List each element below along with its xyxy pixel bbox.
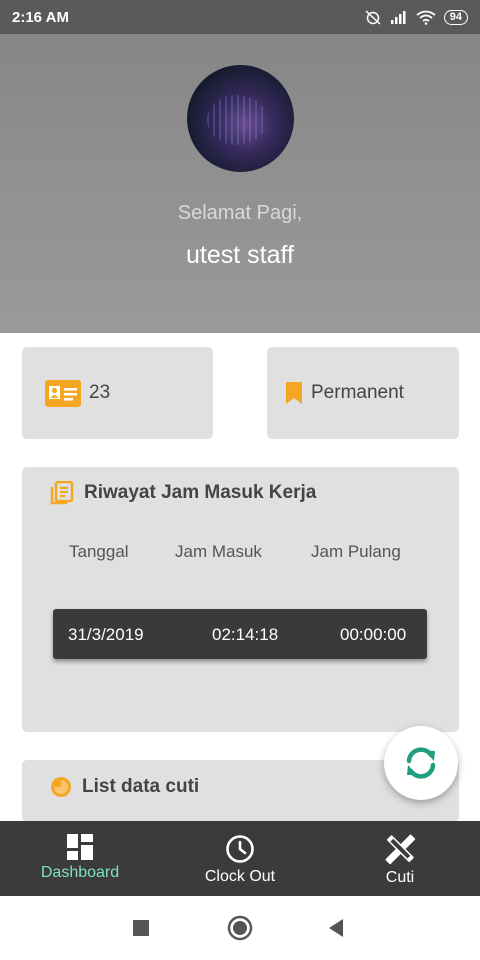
- edit-tools-icon: [385, 834, 416, 865]
- signal-icon: [390, 11, 406, 24]
- status-bar: 2:16 AM 94: [0, 0, 480, 34]
- history-row[interactable]: 31/3/2019 02:14:18 00:00:00: [53, 609, 427, 659]
- bookmark-icon: [286, 382, 302, 404]
- nav-dashboard-label: Dashboard: [40, 864, 120, 881]
- attendance-history-card: Riwayat Jam Masuk Kerja Tanggal Jam Masu…: [22, 467, 459, 732]
- employment-status-value: Permanent: [311, 382, 404, 403]
- back-icon[interactable]: [327, 918, 345, 938]
- leave-title-text: List data cuti: [82, 776, 200, 797]
- leave-title: List data cuti: [50, 776, 199, 798]
- row-date: 31/3/2019: [68, 625, 144, 644]
- nav-cuti-label: Cuti: [385, 869, 415, 886]
- bottom-navigation: Dashboard Clock Out Cuti: [0, 821, 480, 896]
- refresh-button[interactable]: [384, 726, 458, 800]
- home-icon[interactable]: [227, 915, 253, 941]
- nav-clock-out-label: Clock Out: [204, 868, 276, 885]
- employee-id-card: 23: [22, 347, 213, 439]
- document-list-icon: [50, 481, 74, 505]
- status-icons: 94: [364, 9, 468, 25]
- id-card-icon: [45, 379, 81, 407]
- employment-status-card: Permanent: [267, 347, 459, 439]
- dashboard-icon: [67, 834, 93, 860]
- column-clock-in: Jam Masuk: [175, 542, 262, 561]
- row-clock-in: 02:14:18: [212, 625, 279, 644]
- column-date: Tanggal: [69, 542, 129, 561]
- nav-clock-out[interactable]: Clock Out: [199, 821, 281, 896]
- history-title: Riwayat Jam Masuk Kerja: [50, 481, 316, 505]
- recent-apps-icon[interactable]: [132, 919, 150, 937]
- column-clock-out: Jam Pulang: [311, 542, 401, 561]
- avatar[interactable]: [186, 65, 294, 172]
- row-clock-out: 00:00:00: [340, 625, 407, 644]
- clock-icon: [226, 835, 254, 863]
- system-navigation-bar: [0, 896, 480, 960]
- alarm-off-icon: [365, 10, 381, 25]
- nav-dashboard[interactable]: Dashboard: [34, 821, 126, 896]
- refresh-icon: [406, 747, 436, 779]
- user-name: utest staff: [186, 241, 294, 269]
- history-title-text: Riwayat Jam Masuk Kerja: [84, 482, 317, 503]
- greeting-text: Selamat Pagi,: [177, 202, 303, 224]
- nav-cuti[interactable]: Cuti: [370, 821, 430, 896]
- battery-indicator: 94: [443, 9, 468, 25]
- profile-header: Selamat Pagi, utest staff: [0, 34, 480, 333]
- employee-id-value: 23: [89, 382, 111, 403]
- wifi-icon: [416, 10, 436, 25]
- status-time: 2:16 AM: [12, 8, 69, 26]
- pie-chart-icon: [51, 777, 71, 797]
